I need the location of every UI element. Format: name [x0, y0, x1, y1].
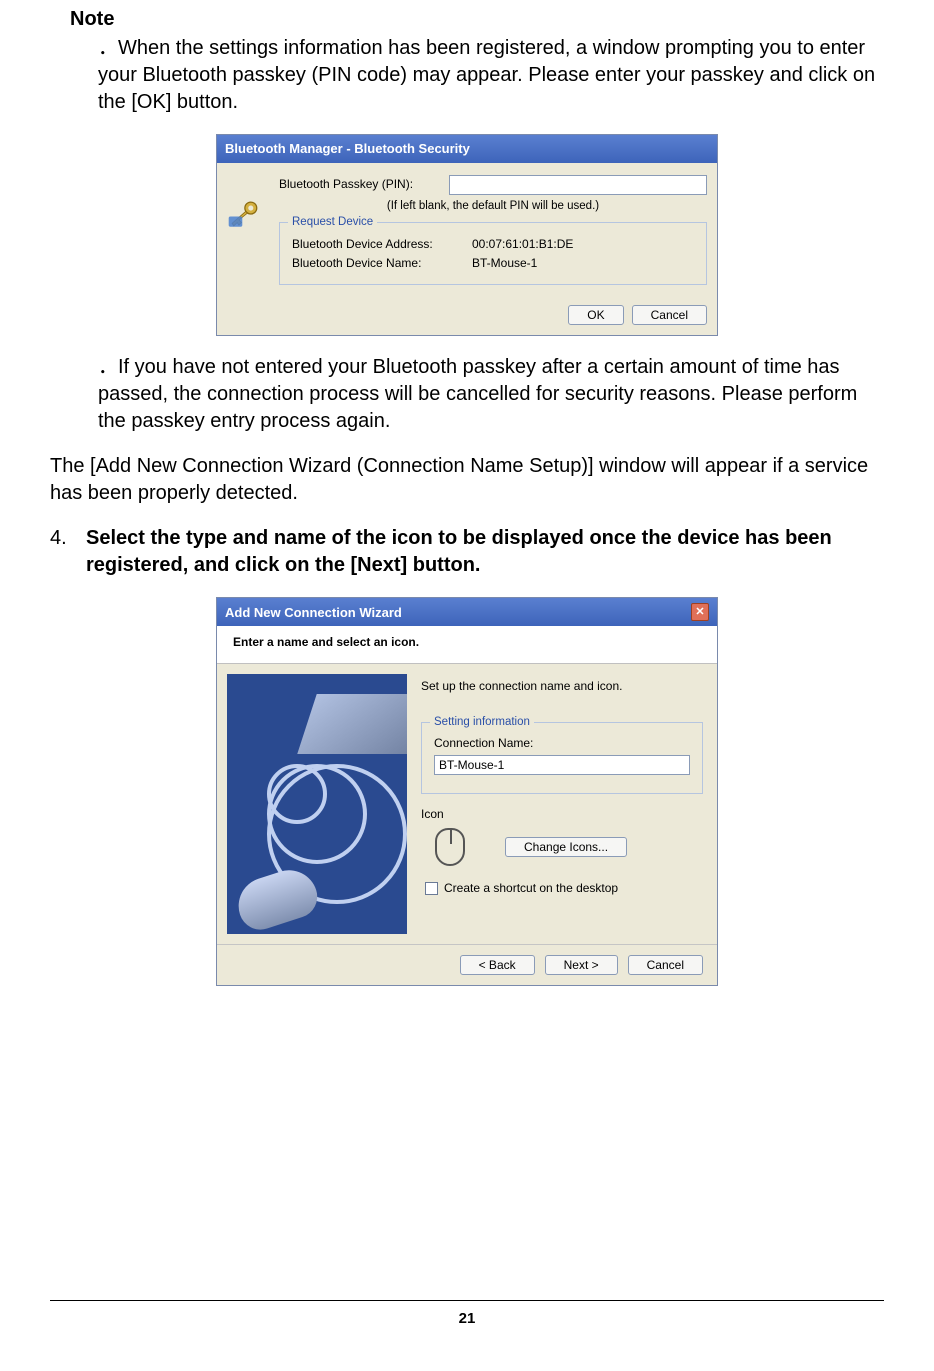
ok-button[interactable]: OK — [568, 305, 623, 325]
wizard-title: Add New Connection Wizard — [225, 604, 402, 622]
icon-label: Icon — [421, 806, 703, 822]
wizard-detected-paragraph: The [Add New Connection Wizard (Connecti… — [50, 453, 884, 507]
bluetooth-security-dialog: Bluetooth Manager - Bluetooth Security B… — [216, 134, 718, 336]
note-item-1: ．When the settings information has been … — [98, 35, 884, 116]
step-number: 4. — [50, 525, 78, 579]
pin-input[interactable] — [449, 175, 707, 195]
mouse-icon — [435, 828, 465, 866]
device-name-value: BT-Mouse-1 — [472, 255, 537, 271]
bullet-icon: ． — [98, 356, 118, 378]
wizard-sidebar-image — [227, 674, 407, 934]
note-heading: Note — [70, 0, 884, 33]
setting-info-legend: Setting information — [430, 715, 534, 731]
shortcut-label: Create a shortcut on the desktop — [444, 880, 618, 896]
dialog-titlebar: Bluetooth Manager - Bluetooth Security — [217, 135, 717, 163]
dialog-title: Bluetooth Manager - Bluetooth Security — [225, 140, 470, 158]
pin-hint: (If left blank, the default PIN will be … — [279, 199, 707, 215]
connection-name-input[interactable] — [434, 755, 690, 775]
setting-info-group: Setting information Connection Name: — [421, 722, 703, 794]
back-button[interactable]: < Back — [460, 955, 535, 975]
close-icon[interactable]: ✕ — [691, 603, 709, 621]
note-item-2: ．If you have not entered your Bluetooth … — [98, 354, 884, 435]
cancel-button[interactable]: Cancel — [632, 305, 707, 325]
device-address-label: Bluetooth Device Address: — [292, 236, 472, 252]
note-item-1-text: When the settings information has been r… — [98, 37, 875, 113]
request-device-group: Request Device Bluetooth Device Address:… — [279, 222, 707, 285]
step-instruction: Select the type and name of the icon to … — [86, 525, 884, 579]
device-name-label: Bluetooth Device Name: — [292, 255, 472, 271]
wizard-cancel-button[interactable]: Cancel — [628, 955, 703, 975]
device-address-value: 00:07:61:01:B1:DE — [472, 236, 573, 252]
page-number: 21 — [50, 1300, 884, 1329]
connection-name-label: Connection Name: — [434, 735, 690, 751]
bullet-icon: ． — [98, 37, 118, 59]
wizard-titlebar: Add New Connection Wizard ✕ — [217, 598, 717, 626]
key-icon — [227, 199, 261, 229]
add-connection-wizard-dialog: Add New Connection Wizard ✕ Enter a name… — [216, 597, 718, 985]
note-item-2-text: If you have not entered your Bluetooth p… — [98, 356, 857, 432]
step-4: 4. Select the type and name of the icon … — [50, 525, 884, 579]
wizard-header: Enter a name and select an icon. — [217, 626, 717, 663]
request-device-legend: Request Device — [288, 215, 377, 231]
pin-label: Bluetooth Passkey (PIN): — [279, 176, 439, 192]
wizard-intro: Set up the connection name and icon. — [421, 678, 703, 694]
change-icons-button[interactable]: Change Icons... — [505, 837, 627, 857]
next-button[interactable]: Next > — [545, 955, 618, 975]
shortcut-checkbox[interactable] — [425, 882, 438, 895]
